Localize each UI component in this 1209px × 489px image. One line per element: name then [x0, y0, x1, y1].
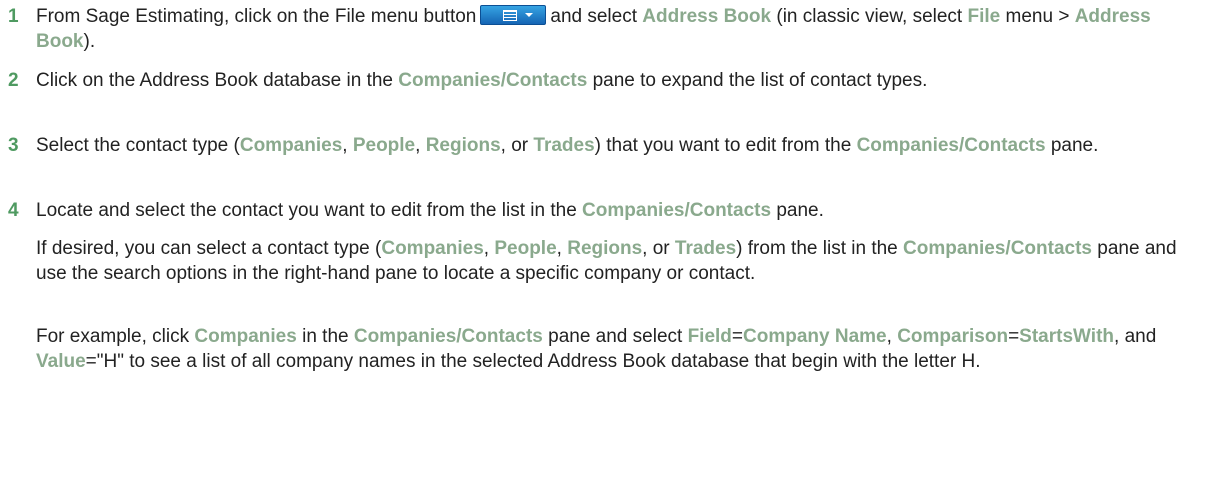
text: If desired, you can select a contact typ…: [36, 238, 382, 259]
text: ) from the list in the: [736, 238, 898, 259]
paragraph-text: For example, click Companies in the Comp…: [36, 324, 1179, 374]
text: =: [1008, 326, 1020, 347]
text: =: [731, 326, 744, 347]
file-menu-button-image: [480, 5, 547, 25]
ui-term: Field: [687, 326, 732, 347]
step-2: 2 Click on the Address Book database in …: [8, 68, 1179, 93]
menu-list-icon: [503, 10, 518, 21]
text: From Sage Estimating, click on the File …: [36, 6, 477, 27]
text: (in classic view, select: [776, 6, 963, 27]
step-3: 3 Select the contact type (Companies, Pe…: [8, 133, 1179, 158]
step-text: Locate and select the contact you want t…: [36, 198, 1179, 223]
text: pane and select: [548, 326, 683, 347]
text: pane.: [776, 200, 824, 221]
ui-term: People: [352, 135, 416, 156]
ui-term: Companies: [194, 326, 297, 347]
text: ,: [342, 135, 348, 156]
ui-term: StartsWith: [1019, 326, 1115, 347]
step-4-paragraph-1: If desired, you can select a contact typ…: [8, 236, 1179, 286]
ui-term: Value: [36, 351, 86, 372]
paragraph-text: If desired, you can select a contact typ…: [36, 236, 1179, 286]
text: For example, click: [36, 326, 190, 347]
ui-term: Trades: [533, 135, 595, 156]
text: Locate and select the contact you want t…: [36, 200, 577, 221]
step-number: 4: [8, 200, 19, 221]
text: , or: [500, 135, 529, 156]
step-1: 1 From Sage Estimating, click on the Fil…: [8, 4, 1179, 54]
ui-term: Regions: [425, 135, 501, 156]
text: ,: [886, 326, 892, 347]
ui-term: Address Book: [642, 6, 772, 27]
step-4: 4 Locate and select the contact you want…: [8, 198, 1179, 223]
ui-term: Comparison: [897, 326, 1009, 347]
text: Click on the Address Book database in th…: [36, 70, 394, 91]
ui-term: Companies: [381, 238, 484, 259]
ui-term: Regions: [567, 238, 643, 259]
text: , or: [642, 238, 670, 259]
text: , and: [1114, 326, 1157, 347]
step-text: From Sage Estimating, click on the File …: [36, 4, 1179, 54]
step-4-paragraph-2: For example, click Companies in the Comp…: [8, 324, 1179, 374]
step-number: 1: [8, 6, 19, 27]
ui-term: Companies/Contacts: [353, 326, 543, 347]
instructions-page: 1 From Sage Estimating, click on the Fil…: [0, 0, 1209, 489]
ui-term: Companies: [239, 135, 343, 156]
chevron-down-icon: [525, 13, 534, 17]
ui-term: Trades: [674, 238, 737, 259]
ui-term: Company Name: [743, 326, 887, 347]
step-text: Select the contact type (Companies, Peop…: [36, 133, 1179, 158]
ui-term: File: [967, 6, 1001, 27]
text: Select the contact type (: [36, 135, 240, 156]
text: ,: [483, 238, 490, 259]
text: pane.: [1050, 135, 1099, 156]
text: pane to expand the list of contact types…: [592, 70, 928, 91]
text: ).: [83, 31, 96, 52]
text: ,: [556, 238, 562, 259]
text: menu >: [1005, 6, 1070, 27]
ui-term: Companies/Contacts: [582, 200, 772, 221]
step-text: Click on the Address Book database in th…: [36, 68, 1179, 93]
text: and select: [550, 6, 637, 27]
ui-term: Companies/Contacts: [856, 135, 1046, 156]
step-number: 3: [8, 135, 19, 156]
ui-term: People: [494, 238, 557, 259]
ui-term: Companies/Contacts: [903, 238, 1092, 259]
ui-term: Companies/Contacts: [398, 70, 588, 91]
text: ="H" to see a list of all company names …: [85, 351, 981, 372]
step-number: 2: [8, 70, 19, 91]
text: in the: [302, 326, 349, 347]
text: ,: [415, 135, 421, 156]
text: ) that you want to edit from the: [594, 135, 852, 156]
